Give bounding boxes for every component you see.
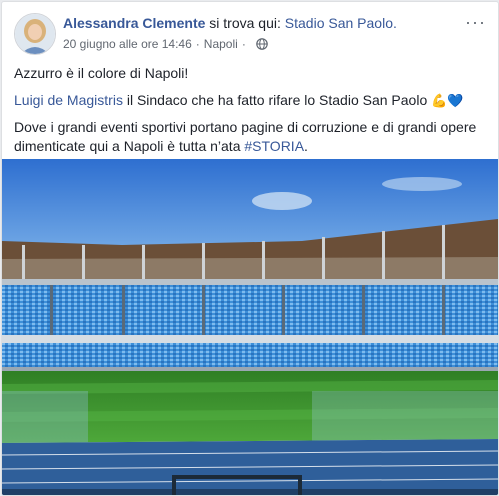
author-name-link[interactable]: Alessandra Clemente (63, 15, 205, 31)
hashtag-link[interactable]: #STORIA (244, 138, 304, 154)
globe-icon[interactable] (256, 38, 268, 50)
emoji-muscle-heart: 💪💙 (431, 93, 464, 108)
post-title-line: Alessandra Clemente si trova qui: Stadio… (63, 15, 397, 31)
more-options-button[interactable]: ··· (465, 12, 486, 33)
post-header: Alessandra Clemente si trova qui: Stadio… (2, 2, 498, 58)
post-line-2: Luigi de Magistris il Sindaco che ha fat… (14, 91, 490, 110)
post-text: Azzurro è il colore di Napoli! Luigi de … (14, 64, 490, 164)
checkin-text: si trova qui: (209, 15, 281, 31)
mention-link[interactable]: Luigi de Magistris (14, 92, 123, 108)
location-link[interactable]: Napoli (204, 37, 238, 51)
meta-separator: · (195, 37, 200, 51)
post-line-3-end: . (304, 138, 308, 154)
post-timestamp-link[interactable]: 20 giugno alle ore 14:46 (63, 37, 192, 51)
post-line-1: Azzurro è il colore di Napoli! (14, 65, 189, 81)
post-line-3: Dove i grandi eventi sportivi portano pa… (14, 118, 490, 156)
author-avatar[interactable] (14, 13, 56, 55)
post-meta: 20 giugno alle ore 14:46 · Napoli · (63, 37, 268, 51)
post-photo-stadium[interactable] (2, 159, 498, 495)
place-link[interactable]: Stadio San Paolo. (285, 15, 397, 31)
meta-separator: · (241, 37, 246, 51)
facebook-post: Alessandra Clemente si trova qui: Stadio… (1, 1, 499, 496)
post-line-2-text: il Sindaco che ha fatto rifare lo Stadio… (122, 92, 432, 108)
